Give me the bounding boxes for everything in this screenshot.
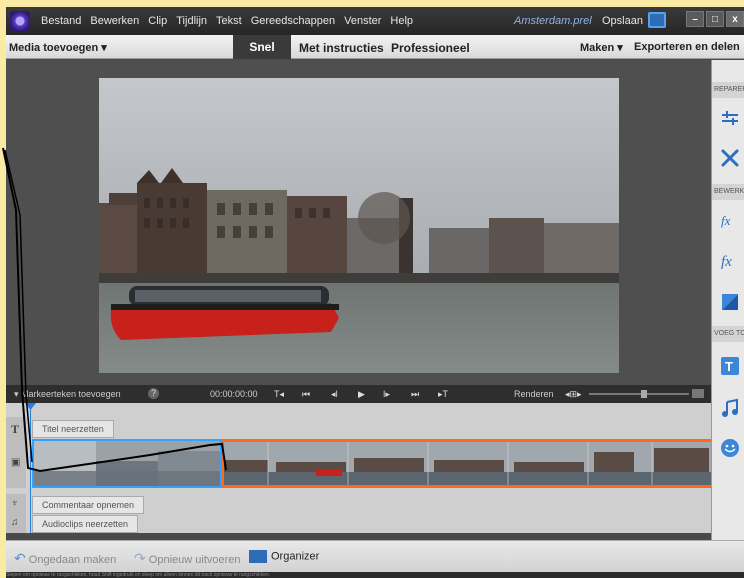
redo-button[interactable]: ↷ Opnieuw uitvoeren: [134, 550, 241, 567]
microphone-icon: ♆: [11, 498, 19, 509]
tab-quick[interactable]: Snel: [233, 35, 291, 59]
add-media-menu[interactable]: Media toevoegen ▾: [9, 41, 107, 54]
zoom-slider-handle[interactable]: [641, 390, 647, 398]
playhead[interactable]: [30, 403, 31, 533]
clip2-thumbnails: [224, 442, 711, 485]
video-track-header: ▣: [6, 439, 26, 488]
redo-icon: ↷: [134, 550, 146, 566]
zoom-in-icon[interactable]: [692, 389, 704, 398]
step-forward-icon[interactable]: ǀ▸: [383, 389, 390, 400]
go-to-start-icon[interactable]: T◂: [274, 389, 284, 400]
render-button[interactable]: Renderen: [514, 389, 554, 399]
menu-tekst[interactable]: Tekst: [216, 15, 242, 27]
menu-tijdlijn[interactable]: Tijdlijn: [176, 15, 207, 27]
organizer-label: Organizer: [271, 550, 320, 563]
undo-button[interactable]: ↶ Ongedaan maken: [14, 550, 116, 567]
minimize-button[interactable]: –: [686, 11, 704, 27]
organizer-icon: [249, 550, 267, 563]
title-track-header: T: [6, 417, 26, 439]
undo-icon: ↶: [14, 550, 26, 566]
menu-bar: Bestand Bewerken Clip Tijdlijn Tekst Ger…: [6, 7, 744, 35]
add-marker-button[interactable]: ▾ Markeerteken toevoegen: [14, 389, 121, 400]
timeline: T Titel neerzetten ▣ ♆ Commentaar opneme…: [6, 403, 711, 533]
tools-icon[interactable]: [720, 148, 740, 168]
svg-text:T: T: [725, 359, 733, 374]
svg-text:fx: fx: [721, 213, 731, 228]
smiley-icon[interactable]: [720, 438, 740, 458]
title-track-icon: T: [11, 422, 20, 436]
menu-help[interactable]: Help: [390, 15, 413, 27]
monitor-panel: [6, 60, 711, 385]
menu-clip[interactable]: Clip: [148, 15, 167, 27]
adjust-icon[interactable]: [720, 108, 740, 128]
mode-bar: Media toevoegen ▾ Snel Met instructies P…: [6, 35, 744, 59]
menu-venster[interactable]: Venster: [344, 15, 381, 27]
go-to-end-icon[interactable]: ▸T: [438, 389, 448, 400]
video-preview[interactable]: [99, 78, 619, 373]
step-back-icon[interactable]: ◂ǀ: [331, 389, 338, 400]
amsterdam-canal-frame: [99, 78, 619, 373]
section-add: VOEG TOE: [712, 326, 744, 342]
skip-back-icon[interactable]: ⏮: [302, 389, 310, 400]
color-icon[interactable]: [720, 292, 740, 312]
redo-label: Opnieuw uitvoeren: [148, 554, 241, 566]
menu-gereedschappen[interactable]: Gereedschappen: [251, 15, 335, 27]
menu-bestand[interactable]: Bestand: [41, 15, 81, 27]
right-actions-panel: REPAREREN BEWERKEN fx fx VOEG TOE T: [711, 60, 744, 540]
tab-guided[interactable]: Met instructies: [299, 41, 384, 55]
export-share-menu[interactable]: Exporteren en delen: [634, 41, 740, 53]
clip1-thumbnails: [34, 441, 220, 486]
zoom-slider-track[interactable]: [589, 393, 689, 395]
menu-bewerken[interactable]: Bewerken: [90, 15, 139, 27]
maximize-button[interactable]: □: [706, 11, 724, 27]
video-clip[interactable]: [222, 439, 711, 488]
audio-track-header: ♫: [6, 514, 26, 533]
help-icon[interactable]: ?: [148, 388, 159, 399]
video-track-icon: ▣: [11, 457, 21, 468]
svg-text:fx: fx: [721, 254, 732, 270]
save-button[interactable]: Opslaan: [602, 15, 643, 27]
editor-window: Bestand Bewerken Clip Tijdlijn Tekst Ger…: [6, 7, 744, 578]
timecode: 00:00:00:00: [210, 389, 258, 399]
audio-track-icon: ♫: [11, 517, 19, 528]
section-edit: BEWERKEN: [712, 184, 744, 200]
organizer-button[interactable]: Organizer: [249, 550, 319, 563]
title-drop-button[interactable]: Titel neerzetten: [32, 420, 114, 438]
fx-edit-icon[interactable]: fx: [720, 210, 740, 230]
video-clip-selected[interactable]: [32, 439, 222, 488]
section-repair: REPAREREN: [712, 82, 744, 98]
create-menu[interactable]: Maken ▾: [580, 41, 623, 54]
play-icon[interactable]: ▶: [358, 389, 365, 400]
undo-label: Ongedaan maken: [28, 554, 117, 566]
project-name: Amsterdam.prel: [514, 15, 592, 27]
transport-bar: ▾ Markeerteken toevoegen ? 00:00:00:00 T…: [6, 385, 711, 403]
video-track[interactable]: [32, 439, 711, 488]
close-button[interactable]: x: [726, 11, 744, 27]
music-icon[interactable]: [720, 398, 740, 418]
playhead-handle[interactable]: [25, 403, 36, 410]
project-bin-icon[interactable]: [648, 12, 666, 28]
status-bar: Slepen om opnieuw te rangschikken, houd …: [6, 572, 744, 578]
audio-drop-button[interactable]: Audioclips neerzetten: [32, 515, 139, 533]
app-logo-icon: [10, 11, 30, 31]
skip-forward-icon[interactable]: ⏭: [411, 389, 419, 400]
record-narration-button[interactable]: Commentaar opnemen: [32, 496, 145, 514]
fx-icon[interactable]: fx: [720, 250, 740, 270]
bottom-bar: ↶ Ongedaan maken ↷ Opnieuw uitvoeren Org…: [6, 540, 744, 572]
title-icon[interactable]: T: [720, 356, 740, 376]
fit-timeline-icon[interactable]: ◂⊞▸: [565, 389, 582, 400]
narration-track-header: ♆: [6, 494, 26, 514]
tab-expert[interactable]: Professioneel: [391, 41, 470, 55]
